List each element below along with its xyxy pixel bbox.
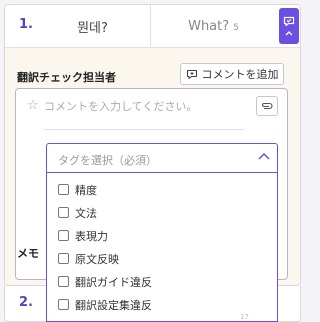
- tag-option-label: 精度: [75, 183, 97, 197]
- source-text[interactable]: 뭔데?: [35, 5, 150, 47]
- checkbox[interactable]: [58, 253, 69, 264]
- tag-select-placeholder: タグを選択（必須）: [58, 154, 157, 167]
- add-comment-label: コメントを追加: [201, 68, 279, 81]
- tag-option[interactable]: 原文反映: [47, 247, 277, 270]
- segment-number: 1.: [19, 17, 33, 32]
- memo-label: メモ: [17, 247, 39, 260]
- reviewer-label: 翻訳チェック担当者: [17, 71, 116, 84]
- target-cell[interactable]: What? 5: [151, 5, 276, 47]
- paperclip-icon: [262, 102, 273, 110]
- tag-option-label: 翻訳ガイド違反: [75, 275, 152, 289]
- segment-header: 1. 뭔데? What? 5: [5, 5, 300, 48]
- checkbox[interactable]: [58, 276, 69, 287]
- tag-option-label: 文法: [75, 206, 97, 220]
- list-footer-count: 17: [240, 313, 249, 321]
- comment-toggle-button[interactable]: [279, 8, 299, 44]
- comment-input[interactable]: [44, 96, 244, 116]
- chevron-up-icon: [258, 152, 270, 160]
- attach-button[interactable]: [256, 96, 278, 116]
- checkbox[interactable]: [58, 230, 69, 241]
- checkbox[interactable]: [58, 207, 69, 218]
- target-char-count: 5: [233, 22, 239, 33]
- comment-collapse-icon: [283, 16, 295, 27]
- checkbox[interactable]: [58, 299, 69, 310]
- target-text: What?: [188, 18, 230, 34]
- tag-option[interactable]: 文法: [47, 201, 277, 224]
- star-outline-icon[interactable]: ☆: [27, 98, 39, 113]
- tag-option-label: 原文反映: [75, 252, 119, 266]
- tag-select-dropdown[interactable]: タグを選択（必須）: [46, 143, 278, 173]
- checkbox[interactable]: [58, 184, 69, 195]
- tag-option[interactable]: 表現力: [47, 224, 277, 247]
- tag-option[interactable]: 翻訳ガイド違反: [47, 270, 277, 293]
- tag-option-label: 表現力: [75, 229, 108, 243]
- add-comment-button[interactable]: コメントを追加: [180, 63, 284, 85]
- tag-option-label: 翻訳設定集違反: [75, 298, 152, 312]
- comment-divider: [44, 129, 244, 130]
- tag-option[interactable]: 精度: [47, 178, 277, 201]
- comment-plus-icon: [186, 69, 197, 79]
- segment-number-2: 2.: [19, 295, 33, 310]
- chevron-up-icon: [285, 31, 293, 36]
- tag-option-list: 精度 文法 表現力 原文反映 翻訳ガイド違反 翻訳設定集違反 17: [46, 173, 278, 322]
